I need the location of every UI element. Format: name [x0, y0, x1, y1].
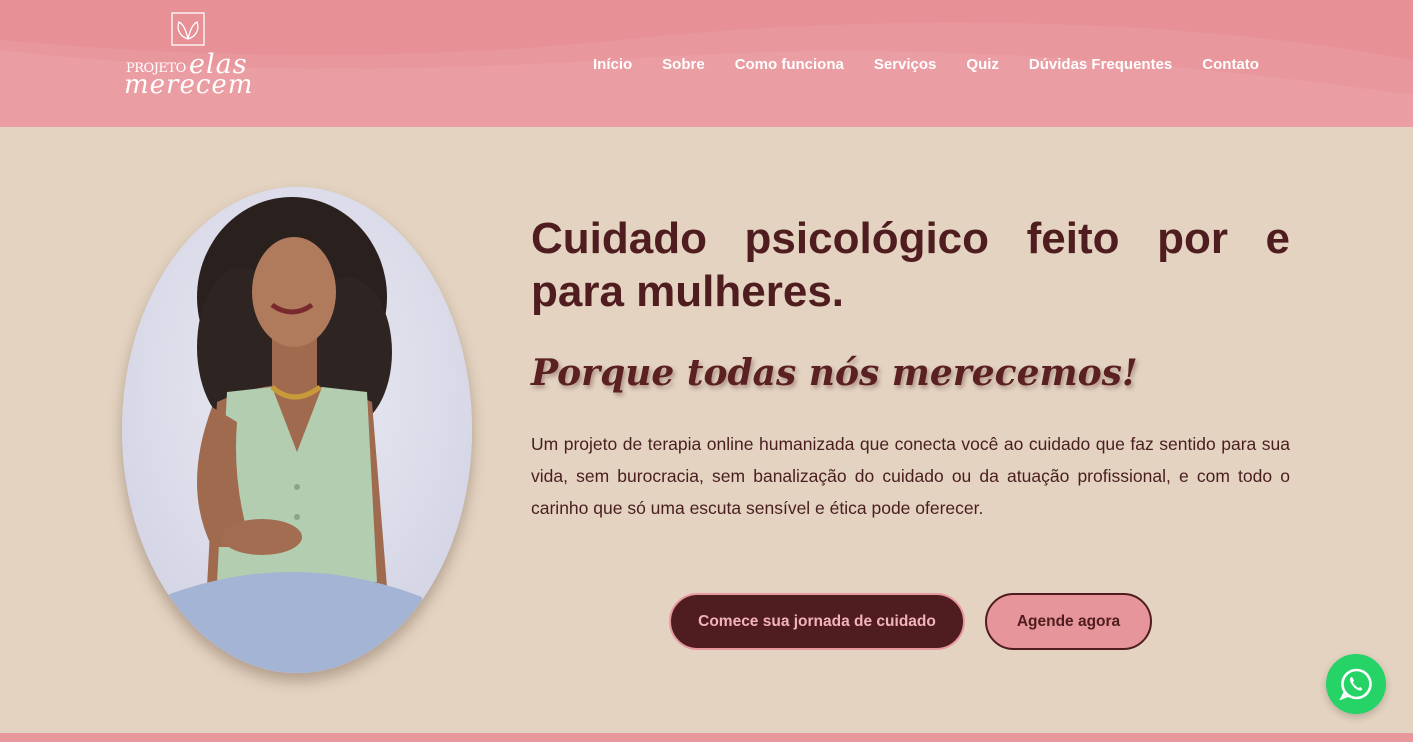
hero-subtitle: Porque todas nós merecemos! [531, 352, 1138, 394]
start-journey-button[interactable]: Comece sua jornada de cuidado [669, 593, 965, 650]
nav-item-quiz[interactable]: Quiz [966, 56, 999, 73]
nav-item-sobre[interactable]: Sobre [662, 56, 705, 73]
hero-photo [122, 187, 472, 673]
logo-text-merecem: merecem [124, 70, 254, 100]
whatsapp-button[interactable] [1326, 654, 1386, 714]
site-header: PROJETO elas merecem Início Sobre Como f… [0, 0, 1413, 127]
nav-item-como-funciona[interactable]: Como funciona [735, 56, 844, 73]
nav-item-contato[interactable]: Contato [1202, 56, 1259, 73]
butterfly-logo-icon [171, 12, 205, 46]
site-logo[interactable]: PROJETO elas merecem [122, 12, 257, 100]
next-section-edge [0, 733, 1413, 742]
nav-item-servicos[interactable]: Serviços [874, 56, 937, 73]
main-nav: Início Sobre Como funciona Serviços Quiz… [593, 56, 1259, 73]
hero-title: Cuidado psicológico feito por e para mul… [531, 214, 1290, 316]
whatsapp-icon [1339, 668, 1372, 701]
woman-portrait-image [122, 187, 472, 673]
nav-item-duvidas[interactable]: Dúvidas Frequentes [1029, 56, 1172, 73]
schedule-now-button[interactable]: Agende agora [985, 593, 1152, 650]
nav-item-inicio[interactable]: Início [593, 56, 632, 73]
hero-description: Um projeto de terapia online humanizada … [531, 434, 1290, 518]
